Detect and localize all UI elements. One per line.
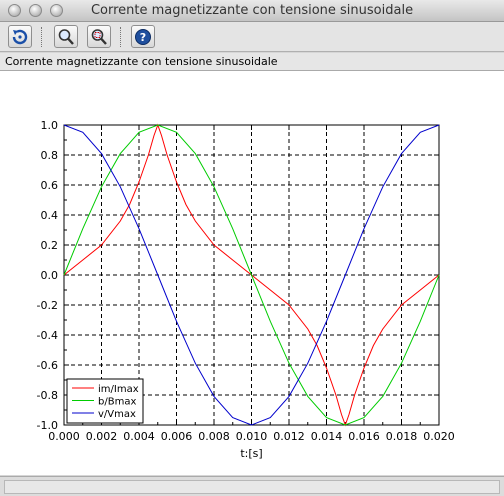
toolbar-separator [41, 27, 42, 47]
line-chart: 0.000 0.002 0.004 0.006 0.008 0.010 0.012 0.014… [37, 119, 455, 460]
toolbar: ? [0, 22, 504, 52]
y-tick-label: 0.4 [41, 209, 59, 222]
title-bar: Corrente magnetizzante con tensione sinu… [0, 0, 504, 22]
y-tick-label: 1.0 [41, 119, 59, 132]
svg-text:?: ? [140, 31, 146, 44]
x-tick-label: 0.018 [386, 430, 418, 443]
y-tick-label: 0.0 [41, 269, 59, 282]
unzoom-button[interactable] [87, 25, 111, 48]
x-tick-label: 0.010 [236, 430, 268, 443]
status-field [4, 480, 500, 494]
x-tick-label: 0.012 [273, 430, 305, 443]
y-tick-label: -0.8 [37, 389, 58, 402]
y-tick-label: -0.4 [37, 329, 58, 342]
x-tick-label: 0.006 [161, 430, 193, 443]
legend-label: b/Bmax [98, 397, 136, 408]
x-tick-label: 0.008 [198, 430, 230, 443]
x-tick-label: 0.002 [86, 430, 118, 443]
y-tick-label: 0.6 [41, 179, 59, 192]
y-tick-label: 0.2 [41, 239, 59, 252]
x-tick-label: 0.014 [311, 430, 343, 443]
help-button[interactable]: ? [131, 25, 155, 48]
unzoom-icon [91, 28, 107, 45]
x-tick-label: 0.016 [348, 430, 380, 443]
x-tick-label: 0.020 [423, 430, 455, 443]
window-title: Corrente magnetizzante con tensione sinu… [90, 3, 414, 18]
status-bar [0, 476, 504, 496]
rotate-icon [12, 29, 28, 44]
y-tick-label: -0.6 [37, 359, 58, 372]
legend-label: im/Imax [98, 384, 139, 395]
figure-title: Corrente magnetizzante con tensione sinu… [5, 55, 278, 68]
zoom-button[interactable] [54, 25, 78, 48]
y-tick-label: -0.2 [37, 299, 58, 312]
help-icon: ? [135, 28, 151, 45]
zoom-icon [58, 28, 74, 45]
toolbar-separator [120, 27, 121, 47]
x-axis-label: t:[s] [240, 447, 262, 460]
figure-title-bar: Corrente magnetizzante con tensione sinu… [0, 53, 504, 71]
y-tick-label: 0.8 [41, 149, 59, 162]
x-tick-label: 0.004 [123, 430, 155, 443]
y-tick-label: -1.0 [37, 419, 58, 432]
rotate-button[interactable] [8, 25, 32, 48]
legend-label: v/Vmax [98, 409, 136, 420]
plot-canvas[interactable]: 0.000 0.002 0.004 0.006 0.008 0.010 0.012 0.014… [0, 71, 504, 475]
